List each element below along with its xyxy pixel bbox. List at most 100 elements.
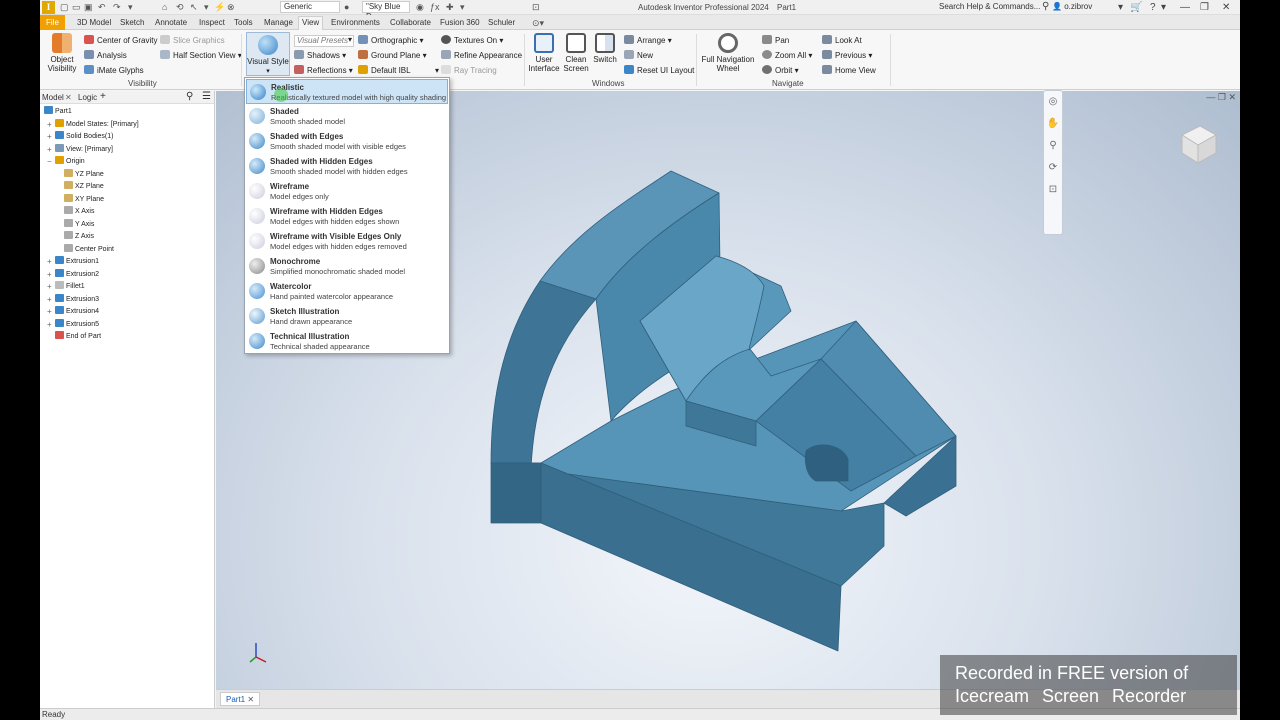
clear-icon[interactable]: ⊗ — [227, 2, 235, 13]
default-ibl-select[interactable]: Default IBL ▾ — [358, 65, 439, 76]
new-window-button[interactable]: New — [624, 50, 653, 61]
home-view-button[interactable]: Home View — [822, 65, 876, 76]
center-of-gravity-button[interactable]: Center of Gravity — [84, 35, 157, 46]
expand-toggle-icon[interactable]: + — [47, 119, 52, 131]
expand-toggle-icon[interactable]: + — [47, 131, 52, 143]
viewcube[interactable] — [1176, 121, 1220, 167]
help-search-input[interactable]: Search Help & Commands... — [937, 1, 1052, 13]
orbit-tool-icon[interactable]: ⟳ — [1044, 157, 1062, 179]
redo-icon[interactable]: ↷ — [113, 2, 121, 13]
visual-style-option-sketch-illustration[interactable]: Sketch Illustration Hand drawn appearance — [246, 304, 448, 329]
tab-model[interactable]: Model — [42, 93, 64, 102]
document-tab-part1[interactable]: Part1 ✕ — [220, 692, 261, 706]
open-icon[interactable]: ▭ — [72, 2, 81, 13]
expand-toggle-icon[interactable]: − — [47, 156, 52, 168]
appearance-select[interactable]: Generic — [280, 1, 340, 13]
user-account[interactable]: 👤 o.zibrov — [1052, 2, 1092, 11]
tab-fusion-360[interactable]: Fusion 360 — [437, 17, 483, 30]
tree-item[interactable]: Extrusion4 — [55, 306, 99, 318]
visual-style-option-shaded-with-edges[interactable]: Shaded with Edges Smooth shaded model wit… — [246, 129, 448, 154]
imate-glyphs-button[interactable]: iMate Glyphs — [84, 65, 144, 76]
look-at-tool-icon[interactable]: ⊡ — [1044, 179, 1062, 201]
visual-style-option-shaded[interactable]: Shaded Smooth shaded model — [246, 104, 448, 129]
tree-item[interactable]: Extrusion3 — [55, 293, 99, 306]
tree-item[interactable]: XZ Plane — [64, 181, 104, 193]
expand-toggle-icon[interactable]: + — [47, 319, 52, 331]
customize-icon[interactable]: ⊡ — [532, 2, 540, 13]
help-menu-icon[interactable]: ▾ — [1161, 2, 1166, 13]
tree-item[interactable]: Extrusion2 — [55, 268, 99, 281]
tree-item[interactable]: X Axis — [64, 206, 94, 218]
tab-annotate[interactable]: Annotate — [152, 17, 190, 30]
restore-icon[interactable]: ❐ — [1200, 2, 1209, 13]
ribbon-options-icon[interactable]: ⊙▾ — [532, 18, 544, 29]
visual-style-option-monochrome[interactable]: Monochrome Simplified monochromatic shade… — [246, 254, 448, 279]
tab-environments[interactable]: Environments — [328, 17, 383, 30]
expand-toggle-icon[interactable]: + — [47, 269, 52, 281]
tab-tools[interactable]: Tools — [231, 17, 256, 30]
color-icon[interactable]: ◉ — [416, 2, 424, 13]
home-icon[interactable]: ⌂ — [162, 2, 167, 13]
expand-toggle-icon[interactable]: + — [47, 256, 52, 268]
help-icon[interactable]: ? — [1150, 2, 1156, 13]
expand-toggle-icon[interactable]: + — [47, 306, 52, 318]
visual-presets-select[interactable]: Visual Presets — [294, 35, 354, 47]
inventor-logo-icon[interactable]: I — [42, 1, 55, 14]
expand-toggle-icon[interactable]: + — [47, 144, 52, 156]
tree-item[interactable]: Fillet1 — [55, 281, 85, 293]
browser-menu-icon[interactable]: ☰ — [202, 91, 211, 102]
tree-item[interactable]: XY Plane — [64, 193, 104, 206]
tab-manage[interactable]: Manage — [261, 17, 296, 30]
visual-style-option-wireframe-with-hidden-edges[interactable]: Wireframe with Hidden Edges Model edges w… — [246, 204, 448, 229]
object-visibility-button[interactable]: Object Visibility — [46, 33, 78, 73]
reset-ui-layout-button[interactable]: Reset UI Layout — [624, 65, 694, 76]
arrange-button[interactable]: Arrange ▾ — [624, 35, 672, 46]
tree-item[interactable]: Part1 — [44, 106, 72, 118]
parameters-icon[interactable]: ƒx — [430, 2, 440, 13]
half-section-view-button[interactable]: Half Section View ▾ — [160, 50, 242, 61]
tab-sketch[interactable]: Sketch — [117, 17, 147, 30]
clean-screen-button[interactable]: Clean Screen — [561, 33, 591, 73]
zoom-tool-icon[interactable]: ⚲ — [1044, 135, 1062, 157]
undo-icon[interactable]: ↶ — [98, 2, 106, 13]
expand-toggle-icon[interactable]: + — [47, 294, 52, 306]
close-icon[interactable]: ✕ — [1222, 2, 1230, 13]
previous-view-button[interactable]: Previous ▾ — [822, 50, 872, 61]
visual-style-button[interactable]: Visual Style ▾ — [246, 32, 290, 76]
tree-item[interactable]: Extrusion1 — [55, 256, 99, 268]
account-menu-icon[interactable]: ▾ — [1118, 2, 1123, 13]
tab-inspect[interactable]: Inspect — [196, 17, 228, 30]
tree-item[interactable]: Solid Bodies(1) — [55, 131, 113, 143]
refine-appearance-button[interactable]: Refine Appearance — [441, 50, 522, 61]
browser-search-icon[interactable]: ⚲ — [186, 91, 193, 102]
zoom-all-button[interactable]: Zoom All ▾ — [762, 50, 812, 61]
pan-tool-icon[interactable]: ✋ — [1044, 113, 1062, 135]
visual-style-option-wireframe[interactable]: Wireframe Model edges only — [246, 179, 448, 204]
tree-item[interactable]: Y Axis — [64, 218, 94, 231]
tab-schuler[interactable]: Schuler — [485, 17, 518, 30]
visual-style-option-watercolor[interactable]: Watercolor Hand painted watercolor appear… — [246, 279, 448, 304]
orthographic-button[interactable]: Orthographic ▾ — [358, 35, 424, 46]
visual-style-option-shaded-with-hidden-edges[interactable]: Shaded with Hidden Edges Smooth shaded mo… — [246, 154, 448, 179]
tree-item[interactable]: Model States: [Primary] — [55, 118, 139, 131]
redo-menu-icon[interactable]: ▾ — [128, 2, 133, 13]
add-tab-icon[interactable]: + — [100, 91, 106, 102]
tree-item[interactable]: Extrusion5 — [55, 318, 99, 331]
slice-graphics-button[interactable]: Slice Graphics — [160, 35, 225, 46]
material-select[interactable]: "Sky Blue D — [362, 1, 410, 21]
visual-presets-dropdown-icon[interactable]: ▾ — [348, 35, 352, 45]
save-icon[interactable]: ▣ — [84, 2, 93, 13]
return-icon[interactable]: ⟲ — [176, 2, 184, 13]
tab-logic[interactable]: Logic — [78, 93, 97, 102]
shadows-button[interactable]: Shadows ▾ — [294, 50, 346, 61]
select-icon[interactable]: ↖ — [190, 2, 198, 13]
measure-icon[interactable]: ✚ — [446, 2, 454, 13]
tree-item[interactable]: Origin — [55, 156, 85, 168]
tree-item[interactable]: View: [Primary] — [55, 143, 113, 156]
orbit-button[interactable]: Orbit ▾ — [762, 65, 799, 76]
reflections-button[interactable]: Reflections ▾ — [294, 65, 353, 76]
new-icon[interactable]: ▢ — [60, 2, 69, 13]
close-document-icon[interactable]: ✕ — [247, 695, 254, 704]
tree-item[interactable]: Z Axis — [64, 231, 94, 243]
ray-tracing-button[interactable]: Ray Tracing — [441, 65, 497, 76]
